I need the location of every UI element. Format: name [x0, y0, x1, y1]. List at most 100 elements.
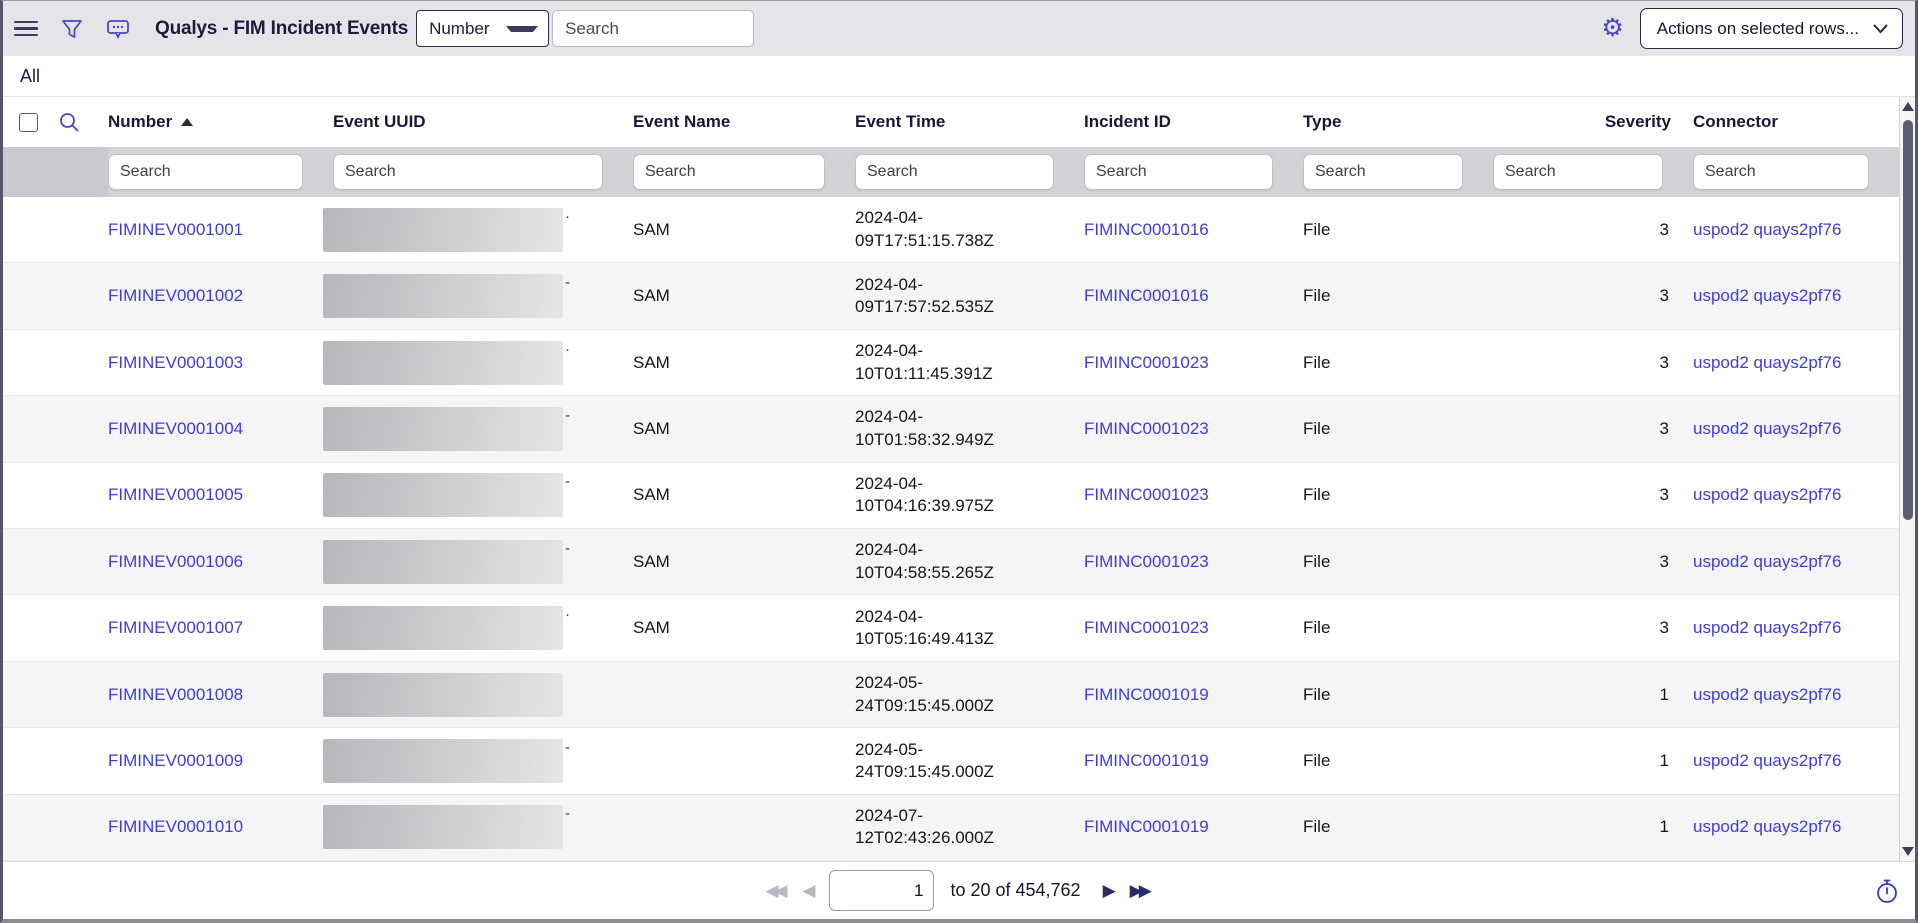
redacted-uuid-box: [323, 341, 563, 385]
select-all-checkbox[interactable]: [19, 113, 38, 132]
incident-id-link[interactable]: FIMINC0001023: [1084, 485, 1209, 504]
gear-icon[interactable]: ⚙: [1601, 16, 1623, 41]
first-page-button[interactable]: ◀◀: [765, 881, 788, 901]
event-time-cell: 2024-04-09T17:57:52.535Z: [855, 274, 1084, 319]
filter-input-event-name[interactable]: [633, 154, 825, 190]
scroll-up-arrow[interactable]: [1900, 102, 1915, 111]
column-header-event-time[interactable]: Event Time: [855, 112, 1084, 132]
redacted-uuid-box: [323, 274, 563, 318]
table-row: FIMINEV0001005-SAM2024-04-10T04:16:39.97…: [3, 463, 1899, 529]
table-row: FIMINEV0001004-SAM2024-04-10T01:58:32.94…: [3, 396, 1899, 462]
number-link[interactable]: FIMINEV0001002: [108, 286, 243, 305]
incident-id-link[interactable]: FIMINC0001023: [1084, 552, 1209, 571]
top-toolbar: Qualys - FIM Incident Events Number ⚙ Ac…: [3, 1, 1915, 56]
next-page-button[interactable]: ▶: [1103, 881, 1116, 901]
menu-button[interactable]: [3, 17, 49, 41]
filter-input-event-uuid[interactable]: [333, 154, 603, 190]
last-page-button[interactable]: ▶▶: [1130, 881, 1153, 901]
incident-id-cell: FIMINC0001016: [1084, 220, 1303, 240]
event-time-value: 2024-04-10T04:58:55.265Z: [855, 539, 1030, 584]
number-link[interactable]: FIMINEV0001008: [108, 685, 243, 704]
column-header-number[interactable]: Number: [108, 112, 333, 132]
scrollbar-thumb[interactable]: [1903, 120, 1913, 520]
type-cell: File: [1303, 419, 1493, 439]
number-link[interactable]: FIMINEV0001006: [108, 552, 243, 571]
incident-id-link[interactable]: FIMINC0001023: [1084, 419, 1209, 438]
filter-gutter: [3, 147, 108, 197]
connector-link[interactable]: uspod2 quays2pf76: [1693, 685, 1841, 704]
severity-value: 1: [1660, 685, 1669, 704]
number-cell: FIMINEV0001007: [108, 618, 333, 638]
connector-link[interactable]: uspod2 quays2pf76: [1693, 220, 1841, 239]
connector-link[interactable]: uspod2 quays2pf76: [1693, 353, 1841, 372]
severity-value: 3: [1660, 618, 1669, 637]
incident-id-link[interactable]: FIMINC0001016: [1084, 286, 1209, 305]
connector-link[interactable]: uspod2 quays2pf76: [1693, 286, 1841, 305]
scroll-down-arrow[interactable]: [1900, 847, 1915, 856]
connector-link[interactable]: uspod2 quays2pf76: [1693, 751, 1841, 770]
uuid-suffix: -: [565, 805, 570, 822]
connector-link[interactable]: uspod2 quays2pf76: [1693, 552, 1841, 571]
filter-input-incident-id[interactable]: [1084, 154, 1273, 190]
event-time-cell: 2024-04-10T04:58:55.265Z: [855, 539, 1084, 584]
column-header-severity[interactable]: Severity: [1493, 112, 1693, 132]
column-header-type[interactable]: Type: [1303, 112, 1493, 132]
event-name-cell: SAM: [633, 353, 855, 373]
filter-input-event-time[interactable]: [855, 154, 1054, 190]
incident-id-link[interactable]: FIMINC0001016: [1084, 220, 1209, 239]
column-header-connector[interactable]: Connector: [1693, 112, 1899, 132]
previous-page-button[interactable]: ◀: [802, 881, 815, 901]
event-name-value: SAM: [633, 552, 670, 571]
page-number-input[interactable]: [829, 870, 934, 911]
actions-dropdown[interactable]: Actions on selected rows...: [1640, 8, 1903, 49]
connector-link[interactable]: uspod2 quays2pf76: [1693, 817, 1841, 836]
column-header-event-uuid[interactable]: Event UUID: [333, 112, 633, 132]
filter-input-connector[interactable]: [1693, 154, 1869, 190]
connector-link[interactable]: uspod2 quays2pf76: [1693, 618, 1841, 637]
chevron-down-icon: [1873, 24, 1888, 34]
severity-value: 3: [1660, 419, 1669, 438]
number-link[interactable]: FIMINEV0001005: [108, 485, 243, 504]
breadcrumb[interactable]: All: [20, 66, 40, 87]
number-link[interactable]: FIMINEV0001010: [108, 817, 243, 836]
hamburger-icon: [14, 17, 38, 41]
incident-id-link[interactable]: FIMINC0001019: [1084, 751, 1209, 770]
search-column-select[interactable]: Number: [416, 10, 549, 47]
connector-cell: uspod2 quays2pf76: [1693, 419, 1899, 439]
column-header-event-name[interactable]: Event Name: [633, 112, 855, 132]
messages-button[interactable]: [95, 17, 141, 41]
connector-link[interactable]: uspod2 quays2pf76: [1693, 485, 1841, 504]
incident-id-link[interactable]: FIMINC0001023: [1084, 353, 1209, 372]
table-row: FIMINEV0001001·SAM2024-04-09T17:51:15.73…: [3, 197, 1899, 263]
number-link[interactable]: FIMINEV0001007: [108, 618, 243, 637]
filter-input-number[interactable]: [108, 154, 303, 190]
table-row: FIMINEV0001009-2024-05-24T09:15:45.000ZF…: [3, 728, 1899, 794]
filter-input-severity[interactable]: [1493, 154, 1663, 190]
funnel-icon: [60, 17, 84, 41]
connector-cell: uspod2 quays2pf76: [1693, 618, 1899, 638]
event-time-cell: 2024-04-09T17:51:15.738Z: [855, 207, 1084, 252]
search-icon[interactable]: [58, 111, 80, 133]
incident-id-cell: FIMINC0001023: [1084, 485, 1303, 505]
global-search-input[interactable]: [552, 10, 754, 47]
incident-id-link[interactable]: FIMINC0001019: [1084, 817, 1209, 836]
filter-input-type[interactable]: [1303, 154, 1463, 190]
connector-link[interactable]: uspod2 quays2pf76: [1693, 419, 1841, 438]
event-time-value: 2024-04-09T17:57:52.535Z: [855, 274, 1030, 319]
incident-id-link[interactable]: FIMINC0001019: [1084, 685, 1209, 704]
number-cell: FIMINEV0001008: [108, 685, 333, 705]
filter-button[interactable]: [49, 17, 95, 41]
severity-value: 3: [1660, 353, 1669, 372]
incident-id-link[interactable]: FIMINC0001023: [1084, 618, 1209, 637]
vertical-scrollbar[interactable]: [1899, 97, 1915, 861]
event-name-value: SAM: [633, 286, 670, 305]
incident-id-cell: FIMINC0001019: [1084, 685, 1303, 705]
severity-cell: 3: [1493, 618, 1693, 638]
connector-cell: uspod2 quays2pf76: [1693, 685, 1899, 705]
number-link[interactable]: FIMINEV0001003: [108, 353, 243, 372]
number-link[interactable]: FIMINEV0001004: [108, 419, 243, 438]
refresh-timer-icon[interactable]: [1874, 877, 1900, 905]
number-link[interactable]: FIMINEV0001009: [108, 751, 243, 770]
number-link[interactable]: FIMINEV0001001: [108, 220, 243, 239]
column-header-incident-id[interactable]: Incident ID: [1084, 112, 1303, 132]
